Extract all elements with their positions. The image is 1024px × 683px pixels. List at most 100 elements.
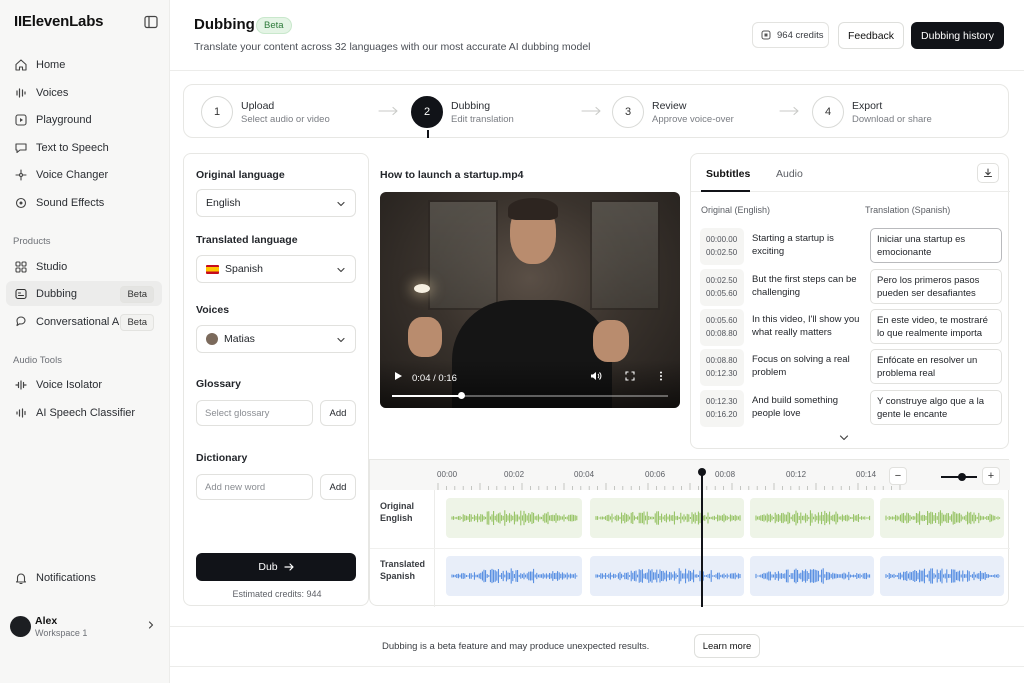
text-to-speech-icon [14,141,28,155]
chevron-down-icon[interactable] [839,434,849,442]
waveform [755,568,871,584]
studio-icon [14,260,28,274]
step-4-circle[interactable]: 4 [812,96,844,128]
subtitle-row[interactable]: 00:08.80 00:12.30 Focus on solving a real… [700,349,1002,386]
video-controls: 0:04 / 0:16 [380,360,680,408]
waveform [595,568,741,584]
translation-input[interactable]: Enfócate en resolver un problema real [870,349,1002,384]
active-tab-indicator [701,190,750,192]
volume-icon[interactable] [590,371,602,381]
tab-audio[interactable]: Audio [776,168,803,180]
step-2-subtitle: Edit translation [451,114,514,125]
translated-waveform-clip[interactable] [446,556,582,596]
sound-effects-icon [14,196,28,210]
video-progress-thumb[interactable] [458,392,465,399]
sidebar-item-dubbing[interactable]: Dubbing Beta [6,281,162,306]
start-time: 00:12.30 [706,397,738,406]
step-4-title: Export [852,100,883,112]
active-step-pointer [427,130,429,138]
video-progress-fill [392,395,461,397]
translation-input[interactable]: Y construye algo que a la gente le encan… [870,390,1002,425]
products-heading: Products [13,236,51,247]
more-options-icon[interactable] [659,371,663,381]
sidebar-item-voices[interactable]: Voices [6,80,162,105]
zoom-in-button[interactable]: + [982,467,1000,485]
original-text: And build something people love [752,395,839,419]
sidebar-item-home[interactable]: Home [6,52,162,77]
credits-indicator[interactable]: 964 credits [752,22,829,48]
subtitle-row[interactable]: 00:02.50 00:05.60 But the first steps can… [700,269,1002,306]
feedback-button[interactable]: Feedback [838,22,904,49]
original-waveform-clip[interactable] [590,498,744,538]
sidebar-item-sound-effects[interactable]: Sound Effects [6,190,162,215]
translated-waveform-clip[interactable] [880,556,1004,596]
original-language-select[interactable]: English [196,189,356,217]
sidebar-item-label: Playground [36,113,92,126]
translation-input[interactable]: En este video, te mostraré lo que realme… [870,309,1002,344]
play-icon[interactable] [393,371,403,381]
glossary-input[interactable]: Select glossary [196,400,313,426]
playground-icon [14,113,28,127]
original-column-header: Original (English) [701,205,771,215]
sidebar-item-label: Dubbing [36,287,77,300]
voice-select[interactable]: Matias [196,325,356,353]
download-icon [983,168,993,178]
sidebar-toggle-icon[interactable] [144,15,158,29]
dictionary-input[interactable]: Add new word [196,474,313,500]
zoom-slider-thumb[interactable] [958,473,966,481]
zoom-out-button[interactable]: − [889,467,907,485]
video-time: 0:04 / 0:16 [412,373,457,384]
subtitle-row[interactable]: 00:00.00 00:02.50 Starting a startup is e… [700,228,1002,265]
download-button[interactable] [977,163,999,183]
waveform [451,510,578,526]
original-waveform-clip[interactable] [880,498,1004,538]
dubbing-history-button[interactable]: Dubbing history [911,22,1004,49]
avatar [10,616,31,637]
sidebar-item-text-to-speech[interactable]: Text to Speech [6,135,162,160]
sidebar-item-voice-changer[interactable]: Voice Changer [6,162,162,187]
sidebar-item-voice-isolator[interactable]: Voice Isolator [6,372,162,397]
tab-subtitles[interactable]: Subtitles [706,168,750,180]
step-1-title: Upload [241,100,275,112]
original-language-label: Original language [196,169,285,181]
translated-language-select[interactable]: Spanish [196,255,356,283]
video-progress-bar[interactable] [392,392,668,399]
translation-input[interactable]: Iniciar una startup es emocionante [870,228,1002,263]
translation-input[interactable]: Pero los primeros pasos pueden ser desaf… [870,269,1002,304]
sidebar-item-studio[interactable]: Studio [6,254,162,279]
step-3-subtitle: Approve voice-over [652,114,734,125]
sidebar-item-playground[interactable]: Playground [6,107,162,132]
video-player[interactable]: 0:04 / 0:16 [380,192,680,408]
fullscreen-icon[interactable] [625,371,635,381]
translated-waveform-clip[interactable] [750,556,874,596]
original-text: But the first steps can be challenging [752,274,857,298]
dictionary-label: Dictionary [196,452,248,464]
dictionary-add-button[interactable]: Add [320,474,356,500]
sidebar: IIElevenLabs Home Voices Playground Text… [0,0,170,683]
header-divider [170,70,1024,71]
subtitle-row[interactable]: 00:12.30 00:16.20 And build something peo… [700,390,1002,427]
sidebar-item-ai-speech-classifier[interactable]: AI Speech Classifier [6,400,162,425]
original-waveform-clip[interactable] [446,498,582,538]
learn-more-button[interactable]: Learn more [694,634,760,658]
voice-avatar [206,333,218,345]
user-menu[interactable]: Alex Workspace 1 [10,614,160,642]
step-1-circle[interactable]: 1 [201,96,233,128]
original-waveform-clip[interactable] [750,498,874,538]
step-3-circle[interactable]: 3 [612,96,644,128]
timeline-ruler[interactable]: 00:00 00:02 00:04 00:06 00:08 00:12 00:1… [370,460,1010,490]
glossary-add-button[interactable]: Add [320,400,356,426]
playhead-handle[interactable] [698,468,706,476]
footer-bottom-border [170,666,1024,667]
translated-waveform-clip[interactable] [590,556,744,596]
end-time: 00:05.60 [706,289,738,298]
subtitle-row[interactable]: 00:05.60 00:08.80 In this video, I'll sho… [700,309,1002,346]
tick-label: 00:14 [856,470,877,479]
sidebar-item-conversational-ai[interactable]: Conversational AI Beta [6,309,162,334]
playhead[interactable] [701,472,703,607]
sidebar-item-notifications[interactable]: Notifications [6,565,162,590]
step-2-circle[interactable]: 2 [411,96,443,128]
home-icon [14,58,28,72]
dub-button[interactable]: Dub [196,553,356,581]
subtitles-panel: Subtitles Audio Original (English) Trans… [690,153,1010,449]
